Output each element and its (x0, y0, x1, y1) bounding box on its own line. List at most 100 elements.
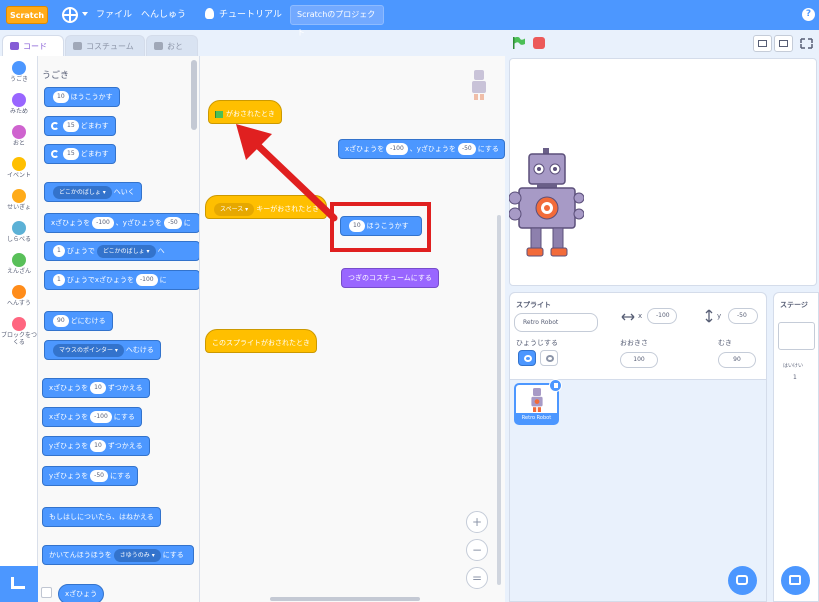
block-input[interactable]: -100 (386, 143, 408, 155)
block-dropdown[interactable]: さゆうのみ ▾ (113, 548, 161, 562)
block-input[interactable]: 10 (90, 440, 106, 452)
block-input[interactable]: -100 (92, 217, 114, 229)
language-globe-icon[interactable] (62, 7, 78, 23)
block-point-towards[interactable]: マウスのポインター ▾ へむける (44, 340, 161, 360)
category-sound[interactable]: おと (0, 125, 38, 147)
retro-robot-sprite[interactable] (509, 148, 584, 260)
block-input[interactable]: 1 (53, 274, 65, 286)
category-dot-icon (12, 93, 26, 107)
delete-sprite-icon[interactable] (549, 379, 562, 392)
x-position-field[interactable]: -100 (647, 308, 677, 324)
fullscreen-button[interactable] (797, 35, 816, 52)
add-backdrop-button[interactable] (781, 566, 810, 595)
block-input[interactable]: -50 (163, 217, 182, 229)
block-input[interactable]: 15 (63, 120, 79, 132)
palette-scrollbar[interactable] (191, 60, 197, 130)
block-dropdown[interactable]: どこかのばしょ ▾ (96, 244, 156, 258)
block-dropdown[interactable]: どこかのばしょ ▾ (53, 185, 112, 199)
show-label: ひょうじする (516, 339, 558, 347)
category-my-blocks[interactable]: ブロックをつくる (0, 317, 38, 346)
reporter-checkbox[interactable] (41, 587, 52, 598)
size-field[interactable]: 100 (620, 352, 658, 368)
category-operators[interactable]: えんざん (0, 253, 38, 275)
sprite-name-field[interactable]: Retro Robot (514, 313, 598, 332)
block-text: どにむける (70, 317, 106, 325)
tab-costumes[interactable]: コスチューム (65, 35, 145, 56)
block-rotation-style[interactable]: かいてんほうほうを さゆうのみ ▾ にする (42, 545, 194, 565)
block-change-x[interactable]: xざひょうを 10 ずつかえる (42, 378, 150, 398)
sprite-watermark-icon (472, 70, 486, 100)
chevron-down-icon[interactable] (82, 12, 88, 16)
project-title-input[interactable]: Scratchのプロジェクト (290, 5, 384, 37)
block-palette: うごき 10 ほうこうかす 15 どまわす 15 どまわす どこかのばしょ ▾ へいく … (38, 56, 200, 602)
block-goto[interactable]: どこかのばしょ ▾ へいく (44, 182, 142, 202)
extension-icon (11, 577, 25, 589)
script-next-costume[interactable]: つぎのコスチュームにする (341, 268, 439, 288)
sprite-label: スプライト (516, 301, 551, 309)
rotate-right-icon (51, 122, 59, 130)
large-stage-button[interactable] (774, 35, 793, 52)
add-sprite-button[interactable] (728, 566, 757, 595)
category-motion[interactable]: うごき (0, 61, 38, 83)
tab-code-label: コード (23, 42, 47, 51)
code-tab-icon (10, 42, 19, 50)
block-glide[interactable]: 1 びょうで どこかのばしょ ▾ へ (44, 241, 199, 261)
block-bounce[interactable]: もしはしについたら、はねかえる (42, 507, 161, 527)
block-glide-xy[interactable]: 1 びょうでxざひょうを -100 に (44, 270, 199, 290)
block-dropdown[interactable]: マウスのポインター ▾ (53, 343, 124, 357)
block-input[interactable]: 90 (53, 315, 69, 327)
block-input[interactable]: -100 (135, 274, 158, 286)
tab-code[interactable]: コード (2, 35, 64, 56)
category-events[interactable]: イベント (0, 157, 38, 179)
menu-file[interactable]: ファイル (96, 8, 132, 22)
block-point-direction[interactable]: 90 どにむける (44, 311, 113, 331)
direction-field[interactable]: 90 (718, 352, 756, 368)
block-change-y[interactable]: yざひょうを 10 ずつかえる (42, 436, 150, 456)
add-extension-button[interactable] (0, 566, 38, 602)
help-icon[interactable]: ? (802, 8, 815, 21)
small-stage-button[interactable] (753, 35, 772, 52)
block-input[interactable]: 1 (53, 245, 65, 257)
category-variables[interactable]: へんすう (0, 285, 38, 307)
block-set-x[interactable]: xざひょうを -100 にする (42, 407, 142, 427)
block-goto-xy[interactable]: xざひょうを -100 、yざひょうを -50 に (44, 213, 199, 233)
block-move-steps[interactable]: 10 ほうこうかす (44, 87, 120, 107)
block-input[interactable]: 10 (90, 382, 106, 394)
script-when-sprite-clicked[interactable]: このスプライトがおされたとき (205, 329, 317, 353)
hide-sprite-button[interactable] (540, 350, 558, 366)
block-input[interactable]: -50 (90, 470, 108, 482)
tab-costumes-label: コスチューム (86, 42, 134, 51)
block-turn-left[interactable]: 15 どまわす (44, 144, 116, 164)
category-sensing[interactable]: しらべる (0, 221, 38, 243)
zoom-out-button[interactable]: − (466, 539, 488, 561)
stop-icon[interactable] (533, 37, 545, 49)
tab-sounds[interactable]: おと (146, 35, 198, 56)
block-text: に (183, 219, 191, 227)
menu-tutorials[interactable]: チュートリアル (219, 8, 282, 22)
block-x-reporter[interactable]: xざひょう (58, 584, 105, 602)
block-input[interactable]: 10 (53, 91, 69, 103)
tutorials-bulb-icon[interactable] (205, 8, 214, 19)
script-goto-xy[interactable]: xざひょうを -100 、yざひょうを -50 にする (338, 139, 505, 159)
block-input[interactable]: 15 (63, 148, 79, 160)
zoom-in-button[interactable]: + (466, 511, 488, 533)
block-input[interactable]: -100 (90, 411, 112, 423)
script-vertical-scrollbar[interactable] (497, 215, 501, 585)
block-turn-right[interactable]: 15 どまわす (44, 116, 116, 136)
block-set-y[interactable]: yざひょうを -50 にする (42, 466, 139, 486)
zoom-reset-button[interactable]: = (466, 567, 488, 589)
category-looks[interactable]: みため (0, 93, 38, 115)
script-horizontal-scrollbar[interactable] (270, 597, 420, 601)
category-control[interactable]: せいぎょ (0, 189, 38, 211)
block-text: ずつかえる (107, 442, 143, 450)
green-flag-icon[interactable] (512, 37, 526, 49)
block-text: にする (109, 472, 132, 480)
block-input[interactable]: -50 (457, 143, 476, 155)
menu-edit[interactable]: へんしゅう (141, 8, 186, 22)
y-position-field[interactable]: -50 (728, 308, 758, 324)
stage-thumbnail[interactable] (778, 322, 815, 350)
scratch-logo[interactable]: Scratch (6, 6, 48, 24)
show-sprite-button[interactable] (518, 350, 536, 366)
palette-section-title: うごき (42, 71, 70, 81)
block-text: かいてんほうほうを (49, 551, 112, 559)
